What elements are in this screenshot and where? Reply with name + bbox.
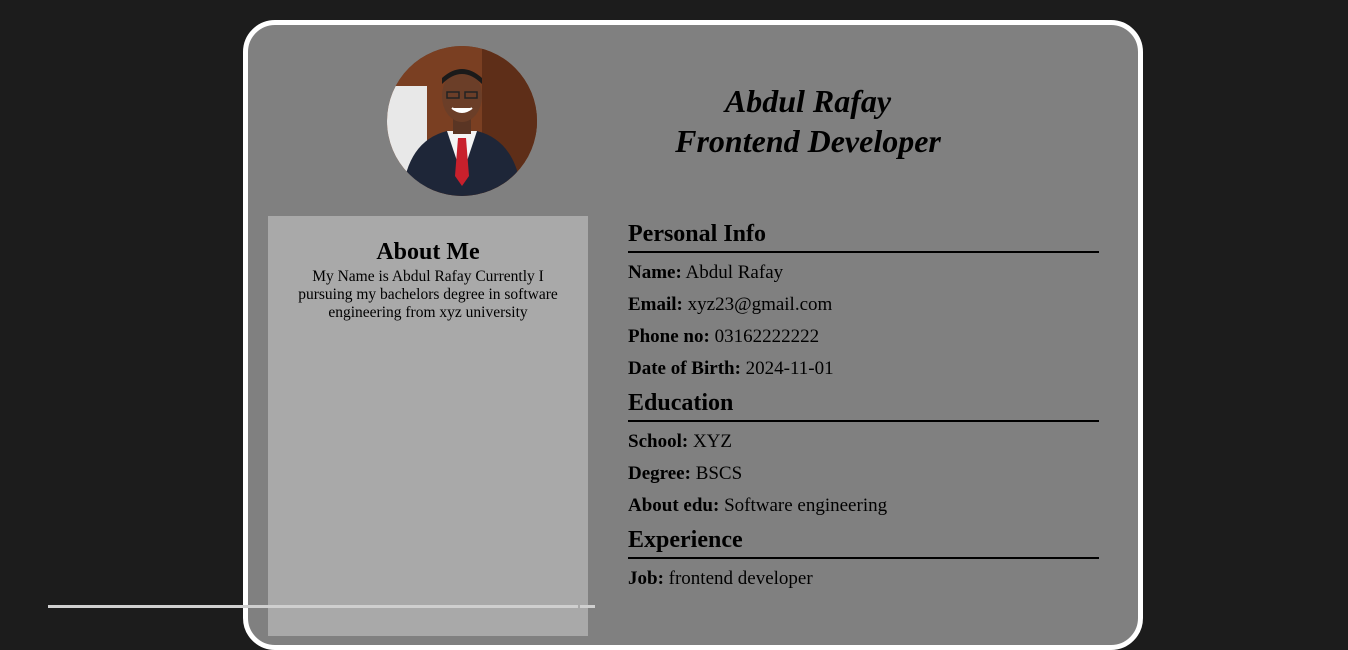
name-label: Name:	[628, 262, 682, 283]
about-edu-row: About edu: Software engineering	[628, 494, 1099, 518]
degree-value: BSCS	[690, 463, 743, 484]
person-name: Abdul Rafay	[724, 83, 892, 119]
header-title: Abdul Rafay Frontend Developer	[648, 81, 968, 161]
school-label: School:	[628, 431, 689, 452]
dob-row: Date of Birth: 2024-11-01	[628, 357, 1099, 381]
email-label: Email:	[628, 294, 683, 315]
phone-label: Phone no:	[628, 326, 710, 347]
dob-label: Date of Birth:	[628, 358, 741, 379]
job-value: frontend developer	[663, 568, 813, 589]
email-value: xyz23@gmail.com	[682, 294, 833, 315]
about-title: About Me	[376, 239, 480, 265]
experience-heading: Experience	[628, 526, 1099, 559]
job-label: Job:	[628, 568, 664, 589]
profile-photo	[387, 46, 537, 196]
about-text: My Name is Abdul Rafay Currently I pursu…	[298, 268, 558, 321]
degree-label: Degree:	[628, 463, 691, 484]
personal-info-heading: Personal Info	[628, 220, 1099, 253]
degree-row: Degree: BSCS	[628, 462, 1099, 486]
dob-value: 2024-11-01	[740, 358, 834, 379]
about-edu-label: About edu:	[628, 495, 720, 516]
person-role: Frontend Developer	[675, 123, 941, 159]
details-column: Personal Info Name: Abdul Rafay Email: x…	[628, 220, 1099, 599]
name-row: Name: Abdul Rafay	[628, 261, 1099, 285]
job-row: Job: frontend developer	[628, 567, 1099, 591]
profile-photo-icon	[387, 46, 537, 196]
school-value: XYZ	[688, 431, 732, 452]
about-edu-value: Software engineering	[719, 495, 888, 516]
education-heading: Education	[628, 389, 1099, 422]
school-row: School: XYZ	[628, 430, 1099, 454]
resume-card: Abdul Rafay Frontend Developer About Me …	[243, 20, 1143, 650]
name-value: Abdul Rafay	[681, 262, 784, 283]
phone-value: 03162222222	[709, 326, 820, 347]
phone-row: Phone no: 03162222222	[628, 325, 1099, 349]
about-sidebar: About Me My Name is Abdul Rafay Currentl…	[268, 216, 588, 636]
email-row: Email: xyz23@gmail.com	[628, 293, 1099, 317]
